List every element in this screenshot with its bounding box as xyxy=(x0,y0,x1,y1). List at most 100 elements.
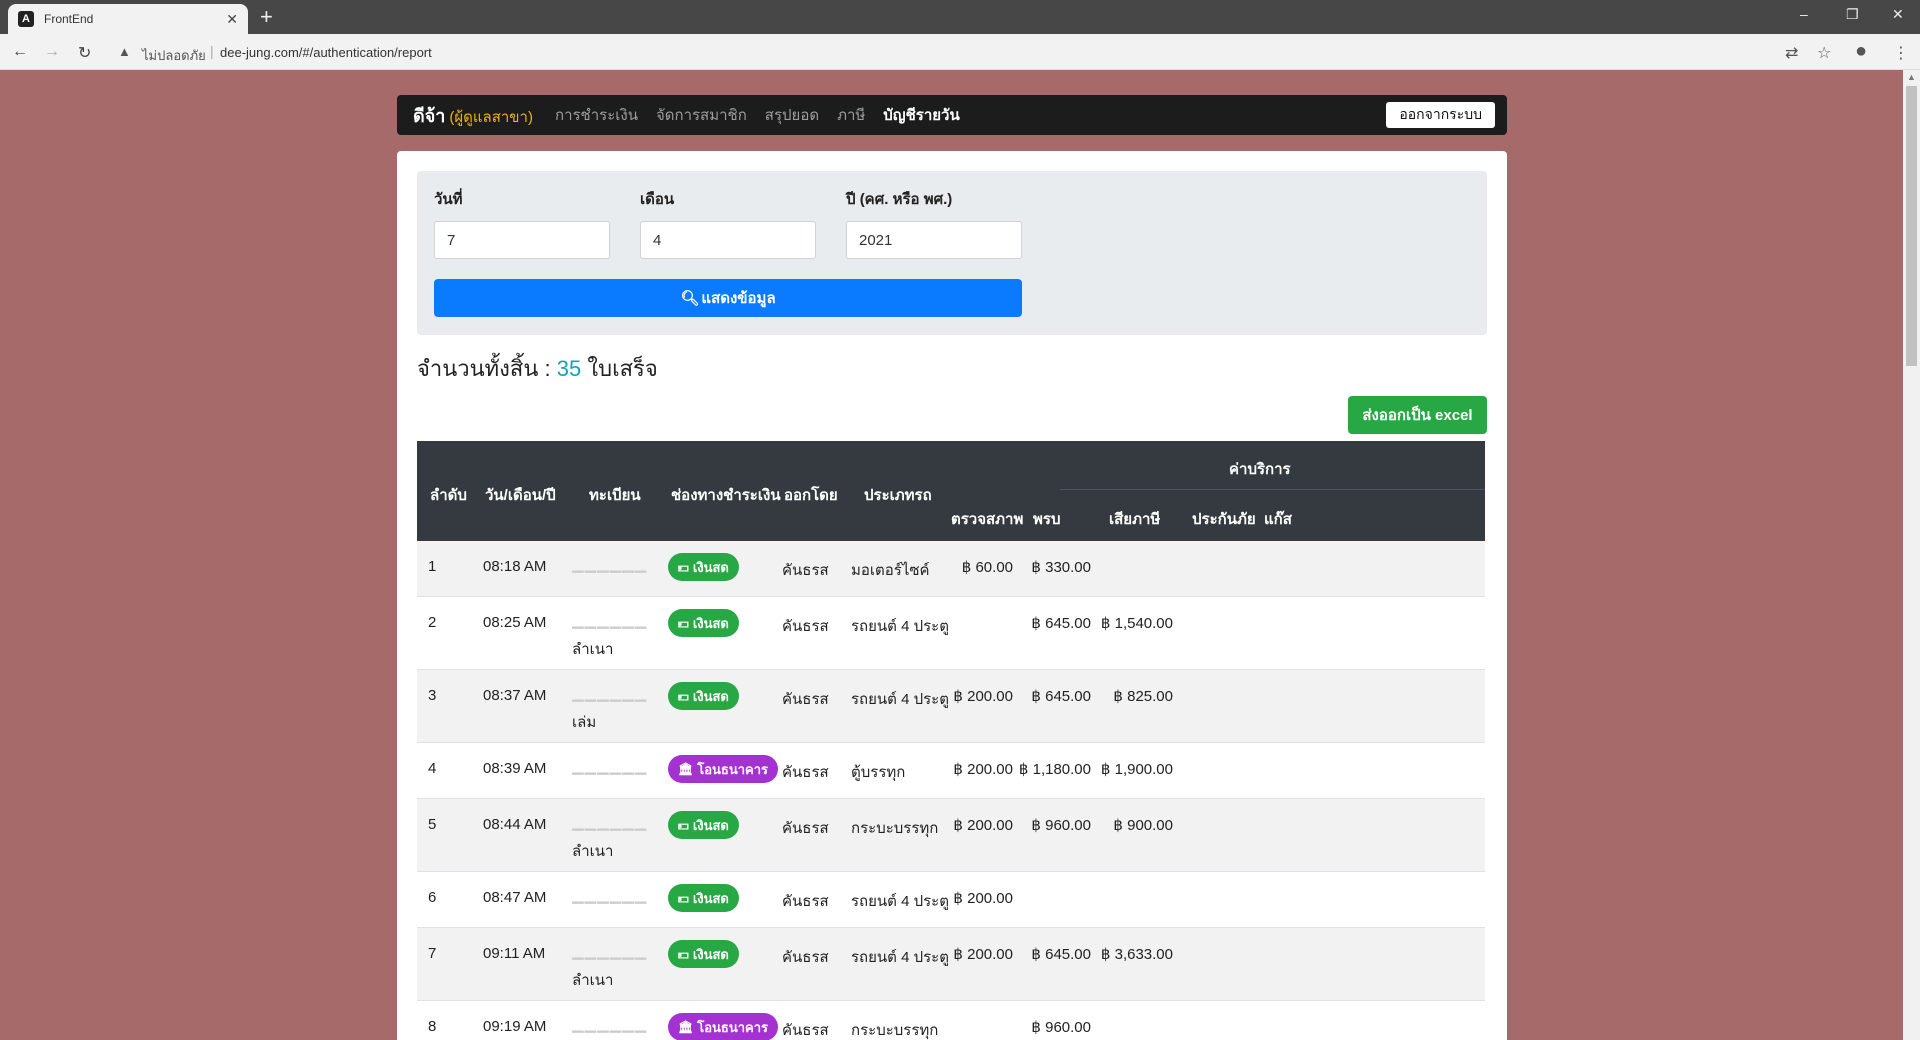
brand-name: ดีจ้า xyxy=(413,105,446,126)
row-inspection: ฿ 200.00 xyxy=(953,817,1013,834)
star-icon[interactable]: ☆ xyxy=(1817,43,1831,63)
col-fees: ค่าบริการ xyxy=(1229,461,1291,478)
logout-button[interactable]: ออกจากระบบ xyxy=(1386,102,1495,128)
nav-tax[interactable]: ภาษี xyxy=(837,103,865,127)
row-type: ตู้บรรทุก xyxy=(851,764,906,781)
window-close-icon[interactable]: ✕ xyxy=(1892,6,1904,23)
channel-label: เงินสด xyxy=(692,890,729,906)
year-label: ปี (คศ. หรือ พศ.) xyxy=(846,191,953,208)
row-time: 09:19 AM xyxy=(483,1018,547,1035)
reload-icon[interactable]: ↻ xyxy=(78,43,91,63)
tab-close-icon[interactable]: ✕ xyxy=(226,11,238,28)
total-prefix: จำนวนทั้งสิ้น : xyxy=(417,356,551,381)
row-prb: ฿ 960.00 xyxy=(1031,817,1091,834)
bank-icon: 🏛︎ xyxy=(678,1020,694,1034)
show-data-button[interactable]: 🔍︎ แสดงข้อมูล xyxy=(434,279,1022,317)
nav-daily-account[interactable]: บัญชีรายวัน xyxy=(883,103,959,127)
brand[interactable]: ดีจ้า (ผู้ดูแลสาขา) xyxy=(413,101,533,130)
row-prb: ฿ 960.00 xyxy=(1031,1019,1091,1036)
header-divider xyxy=(1060,489,1485,490)
col-type: ประเภทรถ xyxy=(864,487,932,504)
day-label: วันที่ xyxy=(434,191,463,208)
col-insurance: ประกันภัย xyxy=(1192,511,1256,528)
scroll-up-icon[interactable]: ▲ xyxy=(1907,72,1916,82)
table-row: 5 08:44 AM ▁▁▁▁▁▁ ลำเนา 💵︎ เงินสด คันธรส กระบะบ… xyxy=(417,799,1485,872)
table-row: 3 08:37 AM ▁▁▁▁▁▁ เล่ม 💵︎ เงินสด คันธรส รถยนต์ … xyxy=(417,670,1485,743)
row-issuer: คันธรส xyxy=(782,1022,829,1039)
nav-payment[interactable]: การชำระเงิน xyxy=(555,103,638,127)
money-icon: 💵︎ xyxy=(678,946,689,961)
minimize-icon[interactable]: – xyxy=(1800,6,1808,22)
total-suffix: ใบเสร็จ xyxy=(587,356,658,381)
year-field: ปี (คศ. หรือ พศ.) 2021 xyxy=(846,187,1022,259)
row-issuer: คันธรส xyxy=(782,820,829,837)
row-no: 4 xyxy=(428,760,437,777)
receipt-total: จำนวนทั้งสิ้น : 35 ใบเสร็จ xyxy=(417,351,658,386)
back-icon[interactable]: ← xyxy=(12,43,28,61)
row-time: 09:11 AM xyxy=(483,945,546,962)
day-input[interactable]: 7 xyxy=(434,221,610,259)
plate-redacted: ▁▁▁▁▁▁ xyxy=(572,1016,648,1033)
row-prb: ฿ 330.00 xyxy=(1031,559,1091,576)
nav-members[interactable]: จัดการสมาชิก xyxy=(656,103,747,127)
row-time: 08:25 AM xyxy=(483,614,547,631)
table-header: ลำดับ วัน/เดือน/ปี ทะเบียน ช่องทางชำระเง… xyxy=(417,441,1485,541)
row-no: 1 xyxy=(428,558,437,575)
channel-label: เงินสด xyxy=(692,559,729,575)
plate-redacted: ▁▁▁▁▁▁ xyxy=(572,887,648,904)
app-navbar: ดีจ้า (ผู้ดูแลสาขา) การชำระเงิน จัดการสมา… xyxy=(397,95,1507,135)
profile-icon[interactable]: ● xyxy=(1855,40,1867,63)
forward-icon[interactable]: → xyxy=(44,43,60,61)
table-row: 4 08:39 AM ▁▁▁▁▁▁ 🏛︎ โอนธนาคาร คันธรส ตู้บรรทุ… xyxy=(417,743,1485,799)
new-tab-icon[interactable]: + xyxy=(260,6,273,28)
row-plate-note: ลำเนา xyxy=(572,972,614,989)
omnibox[interactable]: ▲ ไม่ปลอดภัย | dee-jung.com/#/authentica… xyxy=(110,39,1800,65)
cash-badge: 💵︎ เงินสด xyxy=(668,811,739,839)
row-tax: ฿ 825.00 xyxy=(1113,688,1173,705)
row-time: 08:47 AM xyxy=(483,889,547,906)
month-input[interactable]: 4 xyxy=(640,221,816,259)
url-text[interactable]: dee-jung.com/#/authentication/report xyxy=(220,45,432,60)
cash-badge: 💵︎ เงินสด xyxy=(668,884,739,912)
row-prb: ฿ 645.00 xyxy=(1031,946,1091,963)
browser-tab[interactable]: A FrontEnd ✕ xyxy=(8,4,248,34)
row-type: รถยนต์ 4 ประตู xyxy=(851,893,949,910)
month-field: เดือน 4 xyxy=(640,187,816,259)
address-bar: ← → ↻ ▲ ไม่ปลอดภัย | dee-jung.com/#/auth… xyxy=(0,34,1920,70)
search-icon: 🔍︎ xyxy=(680,290,700,307)
row-issuer: คันธรส xyxy=(782,764,829,781)
money-icon: 💵︎ xyxy=(678,890,689,905)
cash-badge: 💵︎ เงินสด xyxy=(668,940,739,968)
scroll-thumb[interactable] xyxy=(1906,86,1917,366)
row-type: รถยนต์ 4 ประตู xyxy=(851,618,949,635)
row-no: 2 xyxy=(428,614,437,631)
row-inspection: ฿ 200.00 xyxy=(953,688,1013,705)
menu-icon[interactable]: ⋮ xyxy=(1893,43,1909,63)
insecure-label: ไม่ปลอดภัย xyxy=(142,48,206,63)
year-input[interactable]: 2021 xyxy=(846,221,1022,259)
translate-icon[interactable]: ⇄ xyxy=(1785,43,1798,63)
filter-form: วันที่ 7 เดือน 4 ปี (คศ. หรือ พศ.) 2021 … xyxy=(417,171,1487,335)
page-scrollbar[interactable]: ▲ xyxy=(1903,70,1920,1040)
row-time: 08:39 AM xyxy=(483,760,547,777)
day-field: วันที่ 7 xyxy=(434,187,610,259)
nav-summary[interactable]: สรุปยอด xyxy=(765,103,819,127)
channel-label: โอนธนาคาร xyxy=(697,761,769,777)
table-row: 1 08:18 AM ▁▁▁▁▁▁ 💵︎ เงินสด คันธรส มอเตอร์ไซค์… xyxy=(417,541,1485,597)
row-prb: ฿ 1,180.00 xyxy=(1018,761,1091,778)
row-no: 6 xyxy=(428,889,437,906)
bank-icon: 🏛︎ xyxy=(678,762,694,776)
row-time: 08:37 AM xyxy=(483,687,547,704)
plate-redacted: ▁▁▁▁▁▁ xyxy=(572,943,648,960)
col-inspection: ตรวจสภาพ xyxy=(951,511,1024,528)
restore-icon[interactable]: ❐ xyxy=(1846,6,1859,23)
col-plate: ทะเบียน xyxy=(589,487,641,504)
total-count: 35 xyxy=(556,356,582,381)
browser-tabbar: A FrontEnd ✕ + – ❐ ✕ xyxy=(0,0,1920,34)
col-date: วัน/เดือน/ปี xyxy=(485,487,556,504)
col-prb: พรบ xyxy=(1033,511,1061,528)
channel-label: เงินสด xyxy=(692,946,729,962)
export-excel-button[interactable]: ส่งออกเป็น excel xyxy=(1348,396,1487,434)
col-gas: แก๊ส xyxy=(1264,511,1292,528)
channel-label: เงินสด xyxy=(692,615,729,631)
